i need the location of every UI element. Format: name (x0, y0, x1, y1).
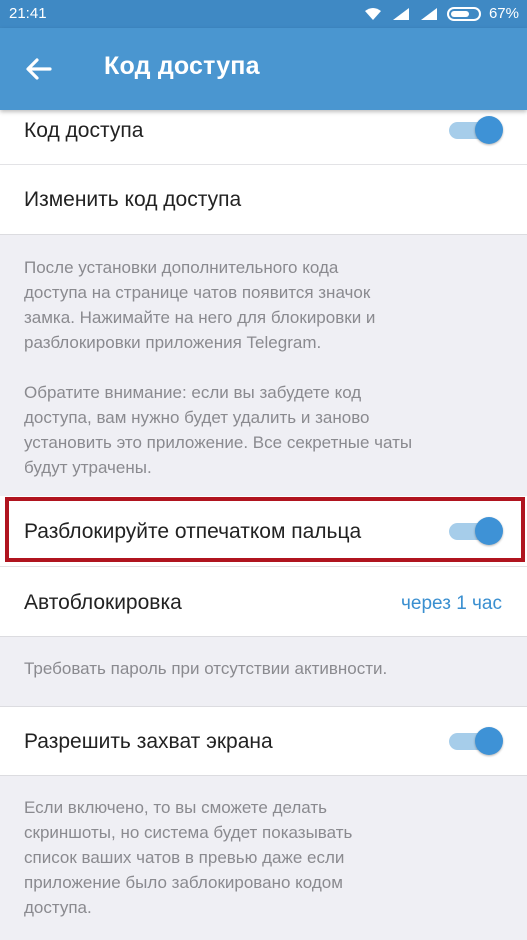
screen-capture-row[interactable]: Разрешить захват экрана (0, 706, 527, 776)
autolock-description: Требовать пароль при отсутствии активнос… (24, 659, 388, 678)
autolock-value: через 1 час (401, 593, 502, 614)
autolock-row[interactable]: Автоблокировка через 1 час (0, 567, 527, 637)
change-passcode-row[interactable]: Изменить код доступа (0, 165, 527, 235)
back-button[interactable] (22, 52, 56, 86)
change-passcode-label: Изменить код доступа (24, 188, 242, 211)
passcode-label: Код доступа (24, 119, 144, 142)
passcode-toggle[interactable] (447, 114, 503, 146)
app-bar: Код доступа (0, 28, 527, 110)
screen-capture-label: Разрешить захват экрана (24, 730, 273, 753)
screen-capture-toggle[interactable] (447, 725, 503, 757)
fingerprint-toggle[interactable] (447, 515, 503, 547)
wifi-icon (363, 7, 383, 21)
battery-icon (446, 6, 481, 21)
status-bar: 21:41 67% (0, 0, 527, 28)
passcode-row[interactable]: Код доступа (0, 110, 527, 164)
fingerprint-row[interactable]: Разблокируйте отпечатком пальца (0, 496, 527, 566)
signal-icon (419, 7, 439, 21)
status-time: 21:41 (9, 5, 47, 22)
fingerprint-label: Разблокируйте отпечатком пальца (24, 520, 362, 543)
signal-icon (391, 7, 411, 21)
battery-percent: 67% (488, 5, 519, 22)
passcode-description: После установки дополнительного кода дос… (24, 258, 413, 477)
page-title: Код доступа (104, 52, 260, 80)
autolock-label: Автоблокировка (24, 591, 182, 614)
arrow-left-icon (26, 58, 52, 80)
screen-capture-description: Если включено, то вы сможете делать скри… (24, 798, 353, 917)
